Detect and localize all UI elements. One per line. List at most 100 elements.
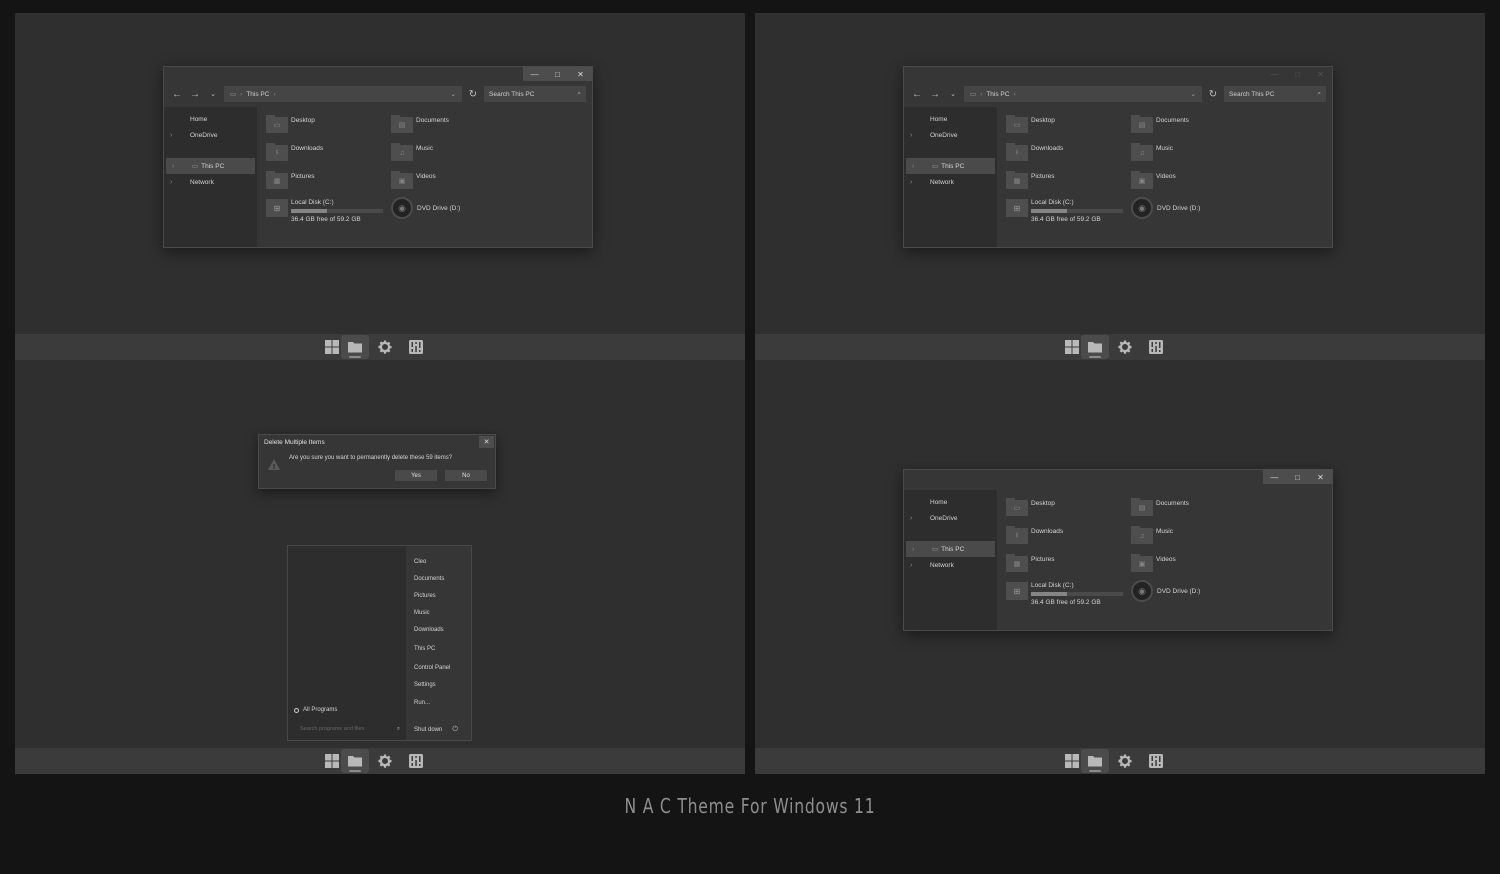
address-bar[interactable]: ▭ › This PC › ⌄	[224, 86, 462, 102]
local-disk-c[interactable]: ⊞ Local Disk (C:) 36.4 GB free of 59.2 GB	[266, 199, 383, 223]
folder-desktop[interactable]: ▭ Desktop	[266, 115, 315, 133]
start-item-downloads[interactable]: Downloads	[414, 627, 444, 633]
dvd-drive-d[interactable]: ◉ DVD Drive (D:)	[1131, 580, 1200, 602]
expand-chevron-icon[interactable]: ›	[912, 163, 932, 170]
taskbar-file-explorer-button[interactable]	[1081, 335, 1109, 359]
refresh-icon[interactable]: ↻	[466, 89, 480, 100]
minimize-button[interactable]: —	[523, 67, 546, 81]
taskbar-control-panel-button[interactable]	[1142, 749, 1170, 773]
sidebar-item-home[interactable]: Home	[904, 111, 997, 127]
maximize-button[interactable]: □	[1286, 67, 1309, 81]
sidebar-item-this-pc[interactable]: › ▭ This PC	[166, 158, 255, 174]
expand-chevron-icon[interactable]: ›	[172, 163, 192, 170]
start-item-pictures[interactable]: Pictures	[414, 593, 436, 599]
sidebar-item-network[interactable]: › Network	[904, 174, 997, 190]
recent-chevron-icon[interactable]: ⌄	[946, 90, 960, 98]
taskbar-control-panel-button[interactable]	[1142, 335, 1170, 359]
dvd-drive-d[interactable]: ◉ DVD Drive (D:)	[1131, 197, 1200, 219]
minimize-button[interactable]: —	[1263, 67, 1286, 81]
start-item-run[interactable]: Run...	[414, 700, 430, 706]
file-explorer-window: — □ ✕ ← → ⌄ ▭ › This PC › ⌄ ↻ Search This PC ⌕ Home › On…	[903, 66, 1333, 248]
taskbar-settings-button[interactable]	[371, 749, 399, 773]
local-disk-c[interactable]: ⊞ Local Disk (C:) 36.4 GB free of 59.2 GB	[1006, 582, 1123, 606]
expand-chevron-icon[interactable]: ›	[910, 179, 930, 186]
taskbar-control-panel-button[interactable]	[402, 749, 430, 773]
folder-videos[interactable]: ▣ Videos	[1131, 554, 1176, 572]
maximize-button[interactable]: □	[546, 67, 569, 81]
folder-downloads[interactable]: ⭳ Downloads	[266, 143, 323, 161]
folder-documents[interactable]: ▤ Documents	[1131, 498, 1189, 516]
taskbar-file-explorer-button[interactable]	[1081, 749, 1109, 773]
folder-documents[interactable]: ▤ Documents	[391, 115, 449, 133]
all-programs-button[interactable]: All Programs	[294, 707, 337, 713]
folder-music[interactable]: ♫ Music	[391, 143, 433, 161]
folder-music[interactable]: ♫ Music	[1131, 526, 1173, 544]
sidebar-item-this-pc[interactable]: › ▭ This PC	[906, 541, 995, 557]
sidebar-item-onedrive[interactable]: › OneDrive	[904, 510, 997, 526]
yes-button[interactable]: Yes	[395, 470, 437, 481]
sidebar-item-this-pc[interactable]: › ▭ This PC	[906, 158, 995, 174]
expand-chevron-icon[interactable]: ›	[910, 132, 930, 139]
search-input[interactable]: Search This PC ⌕	[484, 86, 586, 102]
close-button[interactable]: ✕	[1309, 470, 1332, 484]
sidebar-item-network[interactable]: › Network	[904, 557, 997, 573]
recent-chevron-icon[interactable]: ⌄	[206, 90, 220, 98]
taskbar-settings-button[interactable]	[1111, 335, 1139, 359]
maximize-button[interactable]: □	[1286, 470, 1309, 484]
expand-chevron-icon[interactable]: ›	[912, 546, 932, 553]
forward-arrow-icon[interactable]: →	[928, 89, 942, 100]
refresh-icon[interactable]: ↻	[1206, 89, 1220, 100]
dialog-close-button[interactable]: ✕	[479, 436, 494, 448]
start-item-documents[interactable]: Documents	[414, 576, 444, 582]
dvd-drive-label: DVD Drive (D:)	[1157, 587, 1201, 595]
sidebar-item-onedrive[interactable]: › OneDrive	[164, 127, 257, 143]
forward-arrow-icon[interactable]: →	[188, 89, 202, 100]
address-bar[interactable]: ▭ › This PC › ⌄	[964, 86, 1202, 102]
folder-documents[interactable]: ▤ Documents	[1131, 115, 1189, 133]
shutdown-button[interactable]: Shut down ⏻	[414, 726, 458, 734]
address-dropdown-icon[interactable]: ⌄	[451, 90, 456, 98]
expand-chevron-icon[interactable]: ›	[170, 179, 190, 186]
sidebar-item-onedrive[interactable]: › OneDrive	[904, 127, 997, 143]
expand-chevron-icon[interactable]: ›	[170, 132, 190, 139]
title-bar: — □ ✕	[904, 67, 1332, 81]
back-arrow-icon[interactable]: ←	[170, 89, 184, 100]
start-search-input[interactable]: Search programs and files ⌕	[300, 726, 400, 733]
taskbar-control-panel-button[interactable]	[402, 335, 430, 359]
sidebar-item-home[interactable]: Home	[164, 111, 257, 127]
search-input[interactable]: Search This PC ⌕	[1224, 86, 1326, 102]
taskbar-file-explorer-button[interactable]	[341, 749, 369, 773]
windows-drive-icon: ⊞	[266, 199, 288, 217]
no-button[interactable]: No	[445, 470, 487, 481]
sidebar-item-home[interactable]: Home	[904, 494, 997, 510]
address-dropdown-icon[interactable]: ⌄	[1191, 90, 1196, 98]
minimize-button[interactable]: —	[1263, 470, 1286, 484]
folder-videos[interactable]: ▣ Videos	[391, 171, 436, 189]
folder-desktop[interactable]: ▭ Desktop	[1006, 498, 1055, 516]
folder-music[interactable]: ♫ Music	[1131, 143, 1173, 161]
close-button[interactable]: ✕	[1309, 67, 1332, 81]
taskbar-settings-button[interactable]	[1111, 749, 1139, 773]
folder-pictures[interactable]: ▦ Pictures	[1006, 171, 1054, 189]
back-arrow-icon[interactable]: ←	[910, 89, 924, 100]
folder-pictures[interactable]: ▦ Pictures	[1006, 554, 1054, 572]
expand-chevron-icon[interactable]: ›	[910, 515, 930, 522]
taskbar-settings-button[interactable]	[371, 335, 399, 359]
start-item-this-pc[interactable]: This PC	[414, 646, 435, 652]
close-button[interactable]: ✕	[569, 67, 592, 81]
folder-downloads[interactable]: ⭳ Downloads	[1006, 143, 1063, 161]
start-item-control-panel[interactable]: Control Panel	[414, 665, 450, 671]
sidebar-item-network[interactable]: › Network	[164, 174, 257, 190]
folder-videos[interactable]: ▣ Videos	[1131, 171, 1176, 189]
start-item-music[interactable]: Music	[414, 610, 430, 616]
start-item-cleo[interactable]: Cleo	[414, 559, 426, 565]
folder-desktop[interactable]: ▭ Desktop	[1006, 115, 1055, 133]
dvd-drive-d[interactable]: ◉ DVD Drive (D:)	[391, 197, 460, 219]
power-icon: ⏻	[452, 726, 458, 733]
taskbar-file-explorer-button[interactable]	[341, 335, 369, 359]
folder-downloads[interactable]: ⭳ Downloads	[1006, 526, 1063, 544]
local-disk-c[interactable]: ⊞ Local Disk (C:) 36.4 GB free of 59.2 GB	[1006, 199, 1123, 223]
expand-chevron-icon[interactable]: ›	[910, 562, 930, 569]
start-item-settings[interactable]: Settings	[414, 682, 436, 688]
folder-pictures[interactable]: ▦ Pictures	[266, 171, 314, 189]
